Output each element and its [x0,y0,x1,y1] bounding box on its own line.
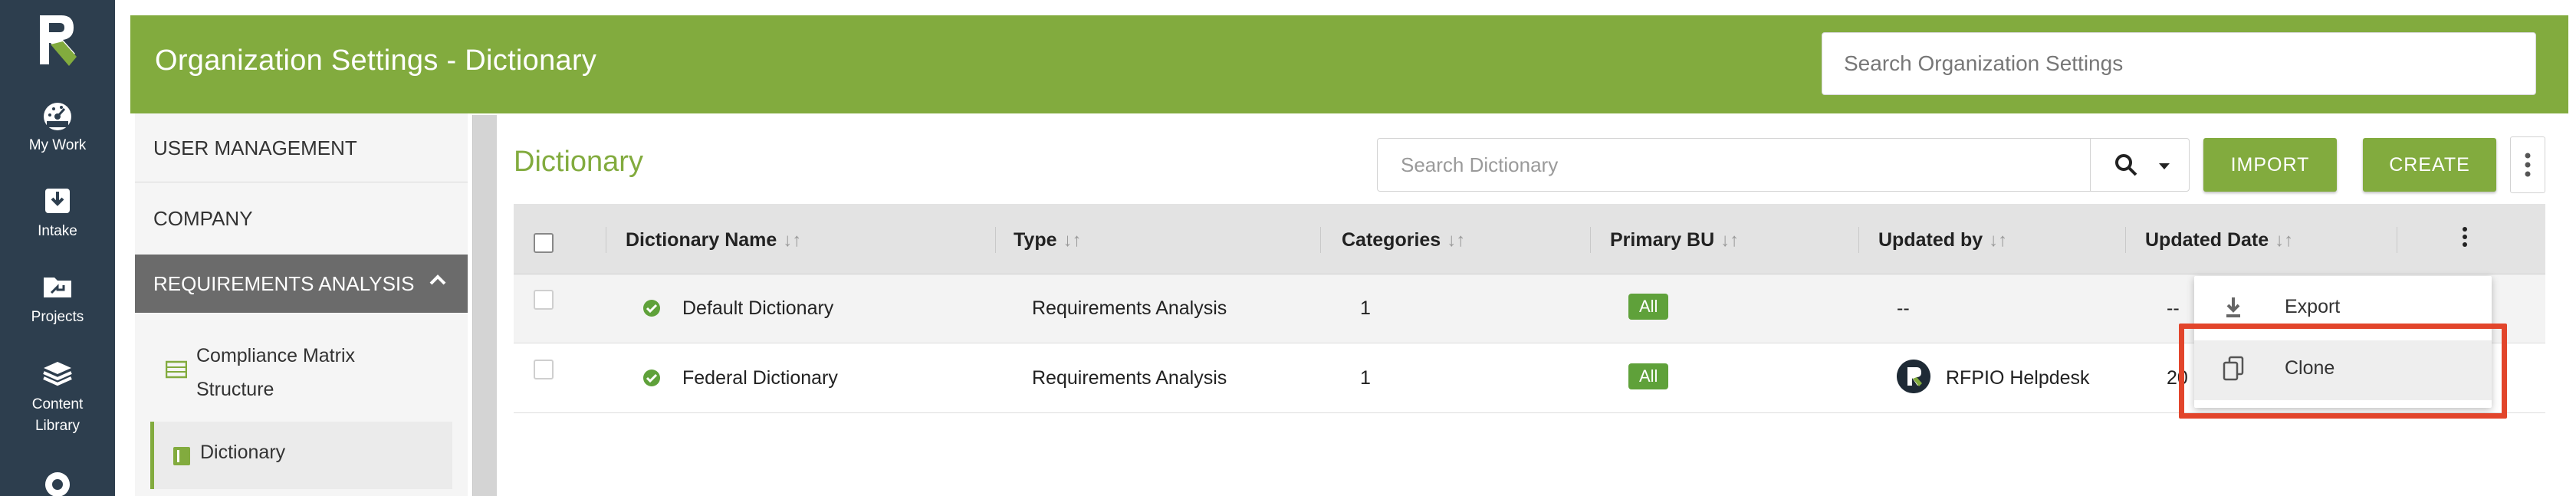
column-header-updated-by[interactable]: Updated by ↓↑ [1878,229,2007,251]
section-title: Dictionary [514,146,643,178]
categories-cell: 1 [1360,297,1371,319]
column-divider [2125,227,2126,253]
settings-nav-scrollbar[interactable] [472,115,497,496]
kebab-icon [2525,153,2531,177]
speedometer-icon [44,103,71,130]
primary-bu-badge: All [1628,294,1669,320]
nav-item-company[interactable]: COMPANY [135,184,468,253]
column-header-label: Updated by [1878,229,1983,251]
column-header-primary-bu[interactable]: Primary BU ↓↑ [1610,229,1739,251]
select-all-checkbox[interactable] [534,233,554,253]
rail-item-content-library[interactable]: Content Library [0,357,115,437]
sort-icon[interactable]: ↓↑ [1989,230,2007,251]
rail-label: Content [31,396,84,412]
nav-item-label: USER MANAGEMENT [153,136,357,159]
search-settings-input[interactable] [1822,32,2536,95]
table-header: Dictionary Name ↓↑ Type ↓↑ Categories ↓↑ Pr… [514,204,2545,274]
column-header-type[interactable]: Type ↓↑ [1014,229,1082,251]
rfpio-r-logo-icon[interactable] [35,11,80,69]
sub-item-compliance-matrix[interactable]: Compliance Matrix Structure [166,337,449,406]
intake-icon [45,189,70,213]
column-header-categories[interactable]: Categories ↓↑ [1342,229,1465,251]
updated-date-cell: -- [2167,297,2180,319]
search-dictionary-input[interactable] [1377,138,2090,192]
kebab-icon [2463,227,2467,247]
categories-cell: 1 [1360,367,1371,389]
sub-item-label: Compliance Matrix [196,345,356,366]
column-divider [1590,227,1591,253]
column-header-label: Dictionary Name [626,229,777,251]
dictionary-name-cell[interactable]: Federal Dictionary [682,367,838,389]
search-button[interactable] [2090,138,2190,192]
column-header-label: Type [1014,229,1057,251]
rail-item-my-work[interactable]: My Work [0,98,115,156]
sort-icon[interactable]: ↓↑ [2275,230,2293,251]
brand-circle-icon [45,472,70,496]
active-check-icon [643,370,660,386]
rail-item-more[interactable] [0,468,115,496]
rail-label: Intake [38,223,77,239]
updated-by-cell: -- [1897,297,1910,319]
sort-icon[interactable]: ↓↑ [783,230,801,251]
dictionary-book-icon [173,447,190,465]
nav-item-label: COMPANY [153,207,253,230]
caret-down-icon [2159,163,2170,169]
import-button[interactable]: IMPORT [2203,138,2337,192]
nav-item-requirements-analysis[interactable]: REQUIREMENTS ANALYSIS [135,255,468,313]
column-header-label: Updated Date [2145,229,2269,251]
nav-item-user-management[interactable]: USER MANAGEMENT [135,113,468,182]
sort-icon[interactable]: ↓↑ [1063,230,1082,251]
type-cell: Requirements Analysis [1032,367,1227,389]
projects-folder-icon [44,278,71,297]
column-header-label: Primary BU [1610,229,1715,251]
more-options-button[interactable] [2510,136,2545,193]
rail-item-projects[interactable]: Projects [0,270,115,328]
column-options-kebab-icon[interactable] [2453,225,2476,253]
chevron-up-icon[interactable] [429,274,446,285]
create-button[interactable]: CREATE [2363,138,2496,192]
sort-icon[interactable]: ↓↑ [1720,230,1739,251]
type-cell: Requirements Analysis [1032,297,1227,319]
menu-item-label: Export [2285,296,2341,317]
settings-header: Organization Settings - Dictionary [130,15,2568,113]
row-checkbox[interactable] [534,360,554,379]
nav-item-label: REQUIREMENTS ANALYSIS [153,272,415,295]
column-divider [1858,227,1859,253]
updated-by-cell: RFPIO Helpdesk [1946,367,2090,389]
sub-item-dictionary[interactable]: Dictionary [150,422,452,489]
clone-highlight-annotation [2179,324,2507,419]
sub-item-label: Dictionary [200,442,286,463]
column-header-updated-date[interactable]: Updated Date ↓↑ [2145,229,2293,251]
active-check-icon [643,300,660,317]
row-checkbox[interactable] [534,290,554,310]
dictionary-name-cell[interactable]: Default Dictionary [682,297,833,320]
rail-label: Library [34,418,80,434]
rail-label: Projects [31,309,84,325]
app-rail: My Work Intake Projects Content Library [0,0,115,496]
column-header-dictionary-name[interactable]: Dictionary Name ↓↑ [626,229,801,251]
sort-icon[interactable]: ↓↑ [1447,230,1465,251]
column-divider [1320,227,1321,253]
sub-item-label: Structure [196,379,274,400]
rail-label: My Work [28,137,87,153]
page-title: Organization Settings - Dictionary [155,44,597,77]
download-icon [2226,297,2240,317]
matrix-table-icon [166,360,187,379]
column-divider [995,227,996,253]
search-icon [2115,154,2137,176]
stack-books-icon [43,362,72,386]
rail-item-intake[interactable]: Intake [0,184,115,242]
avatar [1897,360,1930,393]
primary-bu-badge: All [1628,363,1669,389]
column-header-label: Categories [1342,229,1441,251]
